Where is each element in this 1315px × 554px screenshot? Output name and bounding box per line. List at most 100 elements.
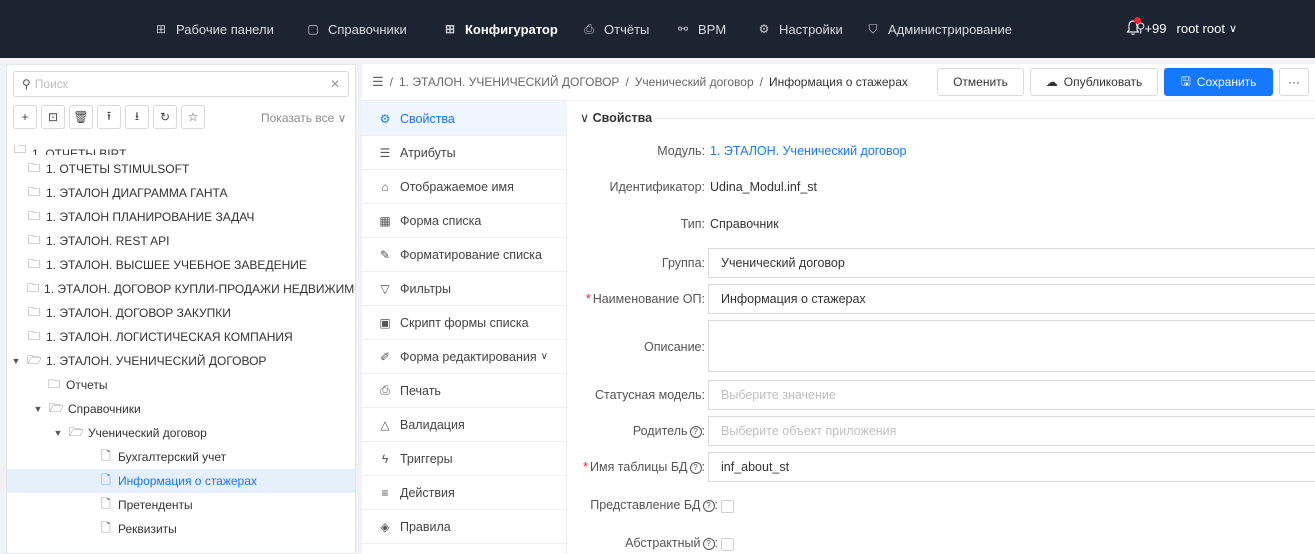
clear-icon[interactable]: ✕ [330, 77, 340, 91]
menu-validation[interactable]: △ Валидация [362, 408, 567, 442]
nav-directories[interactable]: ▢ Справочники [306, 20, 406, 38]
nav-reports[interactable]: ⎙ Отчёты [582, 20, 649, 38]
file-icon: 🗋 [101, 496, 111, 511]
tree-node[interactable]: 🗀 1. ЭТАЛОН. ДОГОВОР ЗАКУПКИ [7, 301, 355, 325]
edit-icon: ✐ [379, 349, 391, 364]
show-all-dropdown[interactable]: Показать все ∨ [261, 111, 346, 125]
tree-node[interactable]: 🗀 1. ОТЧЕТЫ STIMULSOFT [7, 157, 355, 181]
description-textarea[interactable] [708, 320, 1315, 372]
menu-actions[interactable]: ≡ Действия [362, 476, 567, 510]
menu-rules[interactable]: ◈ Правила [362, 510, 567, 544]
name-input[interactable]: Информация о стажерах [708, 284, 1315, 314]
export-button[interactable]: ⭱ [97, 105, 121, 129]
help-icon[interactable]: ? [702, 499, 715, 512]
search-input[interactable]: ⚲ Поиск ✕ [13, 71, 349, 97]
folder-icon: 🗀 [27, 304, 40, 319]
menu-filters[interactable]: ▽ Фильтры [362, 272, 567, 306]
nav-administration[interactable]: ⛉ Администрирование [866, 20, 1011, 38]
menu-properties[interactable]: ⚙ Свойства [362, 102, 567, 136]
folder-open-icon: 🗁 [69, 424, 84, 439]
tree-node[interactable]: ▼ 🗁 Ученический договор [7, 421, 355, 445]
help-icon[interactable]: ? [702, 537, 715, 550]
save-button[interactable]: 🖫 Сохранить [1164, 68, 1273, 96]
breadcrumb-item[interactable]: 1. ЭТАЛОН. УЧЕНИЧЕСКИЙ ДОГОВОР [399, 75, 619, 89]
favorite-button[interactable]: ☆ [181, 105, 205, 129]
nav-configurator[interactable]: ⊞ Конфигуратор [443, 20, 558, 38]
tree-node[interactable]: 🗀 Отчеты [7, 373, 355, 397]
user-name: root root [1176, 20, 1225, 36]
menu-triggers[interactable]: ϟ Триггеры [362, 442, 567, 476]
caret-down-icon[interactable]: ▼ [51, 428, 65, 438]
cancel-button[interactable]: Отменить [937, 68, 1024, 96]
caret-down-icon[interactable]: ▼ [9, 356, 23, 366]
nav-bpm[interactable]: ⚯ BPM [676, 20, 726, 38]
abstract-checkbox[interactable] [721, 538, 734, 551]
cloud-upload-icon: ☁ [1045, 75, 1058, 89]
breadcrumb-item[interactable]: Ученический договор [635, 75, 754, 89]
menu-attributes[interactable]: ☰ Атрибуты [362, 136, 567, 170]
tree-node[interactable]: ▼ 🗁 Справочники [7, 397, 355, 421]
help-icon[interactable]: ? [689, 461, 702, 474]
dashboard-icon: ⊞ [155, 22, 167, 36]
folder-open-icon: 🗁 [27, 352, 42, 367]
tree-node-selected[interactable]: 🗋 Информация о стажерах [7, 469, 355, 493]
trash-icon: 🗑︎ [73, 110, 89, 124]
section-title[interactable]: ∨ Свойства [580, 110, 652, 125]
delete-button[interactable]: 🗑︎ [69, 105, 93, 129]
tree-node[interactable]: 🗀 1. ЭТАЛОН. ЛОГИСТИЧЕСКАЯ КОМПАНИЯ [7, 325, 355, 349]
db-view-checkbox[interactable] [721, 500, 734, 513]
status-model-select[interactable]: Выберите значение [708, 380, 1315, 410]
chevron-down-icon: ∨ [337, 111, 347, 125]
tree-node[interactable]: 🗀 1. ЭТАЛОН ПЛАНИРОВАНИЕ ЗАДАЧ [7, 205, 355, 229]
import-button[interactable]: ⭳ [125, 105, 149, 129]
nav-settings[interactable]: ⚙ Настройки [757, 20, 843, 38]
download-icon: ⭳ [134, 108, 140, 123]
menu-print[interactable]: ⎙ Печать [362, 374, 567, 408]
tree-node[interactable]: 🗋 Бухгалтерский учет [7, 445, 355, 469]
parent-select[interactable]: Выберите объект приложения [708, 416, 1315, 446]
folder-icon: 🗀 [27, 184, 40, 199]
add-button[interactable]: + [13, 105, 37, 129]
flow-icon: ⚯ [677, 22, 689, 36]
folder-icon: 🗀 [27, 160, 40, 175]
folder-icon: 🗀 [27, 208, 40, 223]
folder-icon: 🗀 [27, 232, 40, 247]
save-icon: 🖫 [1180, 73, 1191, 88]
menu-lines-icon: ≡ [381, 485, 389, 500]
tree-node[interactable]: 🗀 1. ЭТАЛОН. ДОГОВОР КУПЛИ-ПРОДАЖИ НЕДВИЖ… [7, 277, 355, 301]
file-icon: 🗋 [101, 472, 111, 487]
upload-icon: ⭱ [106, 108, 112, 123]
table-name-input[interactable]: inf_about_st [708, 452, 1315, 482]
menu-list-formatting[interactable]: ✎ Форматирование списка [362, 238, 567, 272]
tree-node[interactable]: ▼ 🗁 1. ЭТАЛОН. УЧЕНИЧЕСКИЙ ДОГОВОР [7, 349, 355, 373]
menu-list-form[interactable]: ▦ Форма списка [362, 204, 567, 238]
tree-node[interactable]: 🗀 1. ОТЧЕТЫ BIRT [7, 145, 355, 155]
bell-icon[interactable] [1126, 17, 1142, 36]
more-button[interactable]: ··· [1279, 68, 1309, 96]
publish-button[interactable]: ☁ Опубликовать [1030, 68, 1158, 96]
menu-edit-form[interactable]: ✐ Форма редактирования ∨ [362, 340, 567, 374]
module-link[interactable]: 1. ЭТАЛОН. Ученический договор [710, 144, 906, 158]
lightning-icon: ϟ [381, 451, 389, 466]
tree-node[interactable]: 🗀 1. ЭТАЛОН. REST API [7, 229, 355, 253]
user-menu[interactable]: +99 root root ∨ [1126, 17, 1237, 36]
search-icon: ⚲ [22, 77, 31, 91]
caret-down-icon[interactable]: ▼ [31, 404, 45, 414]
nav-dashboards[interactable]: ⊞ Рабочие панели [154, 20, 274, 38]
tree-node[interactable]: 🗋 Претенденты [7, 493, 355, 517]
help-icon[interactable]: ? [689, 425, 702, 438]
menu-display-name[interactable]: ⌂ Отображаемое имя [362, 170, 567, 204]
menu-list-script[interactable]: ▣ Скрипт формы списка [362, 306, 567, 340]
list-icon[interactable]: ☰ [372, 74, 384, 90]
tree-node[interactable]: 🗋 Реквизиты [7, 517, 355, 541]
group-select[interactable]: Ученический договор [708, 248, 1315, 278]
properties-menu: ⚙ Свойства ☰ Атрибуты ⌂ Отображаемое имя ▦ Ф… [362, 102, 567, 554]
new-folder-button[interactable]: ⊡ [41, 105, 65, 129]
refresh-button[interactable]: ↻ [153, 105, 177, 129]
tag-icon: ⌂ [381, 179, 389, 194]
folder-icon: 🗀 [27, 256, 40, 271]
tree-node[interactable]: 🗀 1. ЭТАЛОН. ВЫСШЕЕ УЧЕБНОЕ ЗАВЕДЕНИЕ [7, 253, 355, 277]
star-icon: ☆ [187, 110, 199, 124]
tree-toolbar: + ⊡ 🗑︎ ⭱ ⭳ ↻ ☆ [13, 105, 205, 131]
tree-node[interactable]: 🗀 1. ЭТАЛОН ДИАГРАММА ГАНТА [7, 181, 355, 205]
